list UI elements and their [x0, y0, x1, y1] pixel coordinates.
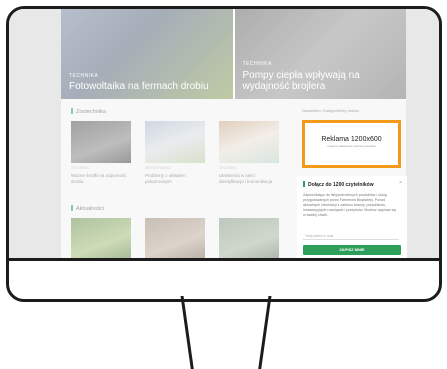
article-thumbnail[interactable] [145, 218, 205, 258]
article-thumbnail[interactable] [219, 218, 279, 258]
article-thumbnail[interactable] [71, 121, 131, 163]
newsletter-heading: Dołącz do 1200 czytelników [303, 181, 374, 188]
section-title: Zootechnika [71, 108, 106, 115]
section-title: Aktualności [71, 205, 104, 212]
hero-card-2[interactable]: TECHNIKA Pompy ciepła wpływają na wydajn… [232, 9, 406, 99]
hero-tag: TECHNIKA [242, 61, 272, 67]
article-title[interactable]: Ułatwienia w sieci: identyfikacja i komu… [219, 173, 281, 185]
article-meta: WETERYNARIA [145, 166, 171, 170]
monitor-screen: TECHNIKA Fotowoltaika na fermach drobiu … [9, 9, 439, 261]
article-meta: TECHNIKA [71, 166, 89, 170]
monitor-frame: TECHNIKA Fotowoltaika na fermach drobiu … [6, 6, 442, 302]
article-thumbnail[interactable] [145, 121, 205, 163]
article-title[interactable]: Problemy z układem pokarmowym [145, 173, 207, 185]
article-thumbnail[interactable] [219, 121, 279, 163]
email-field[interactable]: Twój adres e-mail [303, 232, 399, 240]
hero-tag: TECHNIKA [69, 73, 99, 79]
monitor-stand-left [180, 296, 195, 369]
illustration: TECHNIKA Fotowoltaika na fermach drobiu … [0, 0, 447, 369]
article-title[interactable]: Ważne środki na odporność drobiu [71, 173, 133, 185]
article-thumbnail[interactable] [71, 218, 131, 258]
newsletter-description: Zapisz/dołącz do listy/potrzebnych produ… [303, 193, 397, 217]
ad-subtitle: miejsce reklamowe partnera serwisu [327, 144, 376, 148]
hero-banner: TECHNIKA Fotowoltaika na fermach drobiu … [61, 9, 406, 99]
hero-title: Fotowoltaika na fermach drobiu [69, 81, 209, 92]
ad-title: Reklama 1200x600 [321, 136, 382, 143]
close-icon[interactable]: × [399, 180, 402, 186]
monitor-stand-right [257, 296, 272, 369]
ad-placeholder[interactable]: Reklama 1200x600 miejsce reklamowe partn… [302, 120, 401, 168]
sidebar-label: Newsletter, Kategorie/My drobiu [302, 108, 359, 113]
subscribe-button[interactable]: ZAPISZ MNIE [303, 245, 401, 255]
hero-title: Pompy ciepła wpływają na wydajność brojl… [242, 70, 360, 92]
hero-card-1[interactable]: TECHNIKA Fotowoltaika na fermach drobiu [61, 9, 233, 99]
article-meta: TECHNIKA [219, 166, 237, 170]
newsletter-popup: Dołącz do 1200 czytelników × Zapisz/dołą… [297, 176, 407, 258]
